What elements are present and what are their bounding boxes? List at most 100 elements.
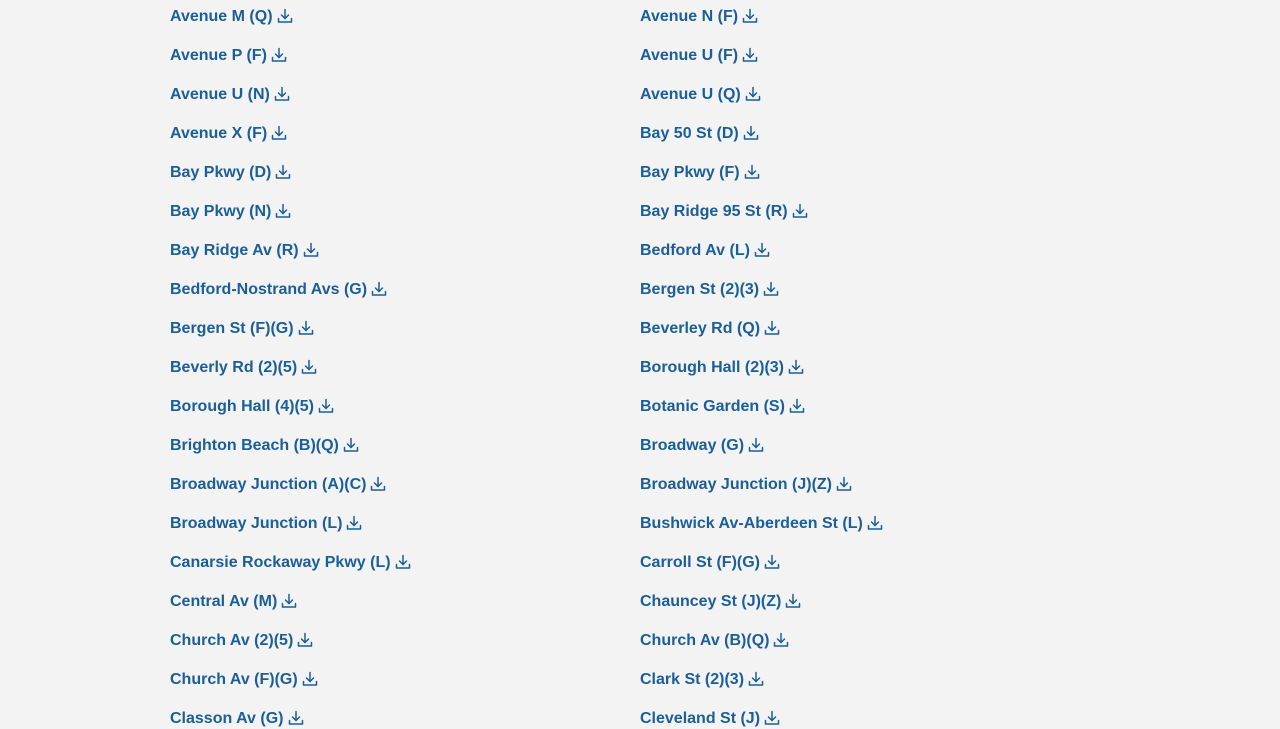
station-download-link[interactable]: Carroll St (F)(G): [640, 553, 780, 573]
station-download-link[interactable]: Bay Ridge Av (R): [170, 241, 319, 261]
station-download-link[interactable]: Bedford-Nostrand Avs (G): [170, 280, 387, 300]
station-download-link[interactable]: Cleveland St (J): [640, 709, 780, 729]
station-download-link[interactable]: Clark St (2)(3): [640, 670, 764, 690]
station-name: Broadway (G): [640, 437, 745, 454]
station-download-link[interactable]: Bay Pkwy (F): [640, 163, 760, 183]
station-download-link[interactable]: Broadway Junction (J)(Z): [640, 475, 852, 495]
station-name: Bergen St (2)(3): [640, 281, 760, 298]
download-icon[interactable]: [395, 554, 411, 570]
download-icon[interactable]: [370, 476, 386, 492]
download-icon[interactable]: [303, 242, 319, 258]
station-download-link[interactable]: Central Av (M): [170, 592, 297, 612]
download-icon[interactable]: [748, 437, 764, 453]
download-icon[interactable]: [271, 47, 287, 63]
download-icon[interactable]: [271, 125, 287, 141]
download-icon[interactable]: [297, 632, 313, 648]
download-icon[interactable]: [277, 8, 293, 24]
download-icon[interactable]: [274, 86, 290, 102]
download-icon[interactable]: [318, 398, 334, 414]
station-download-link[interactable]: Avenue U (F): [640, 46, 758, 66]
station-name: Canarsie Rockaway Pkwy (L): [170, 554, 391, 571]
station-download-link[interactable]: Bay Ridge 95 St (R): [640, 202, 808, 222]
download-icon[interactable]: [764, 320, 780, 336]
station-download-link[interactable]: Broadway Junction (L): [170, 514, 362, 534]
station-download-link[interactable]: Canarsie Rockaway Pkwy (L): [170, 553, 411, 573]
download-icon[interactable]: [742, 8, 758, 24]
station-name: Cleveland St (J): [640, 710, 761, 727]
station-download-link[interactable]: Church Av (B)(Q): [640, 631, 789, 651]
download-icon[interactable]: [275, 203, 291, 219]
station-name: Broadway Junction (J)(Z): [640, 476, 833, 493]
station-name: Bay Ridge 95 St (R): [640, 203, 788, 220]
download-icon[interactable]: [748, 671, 764, 687]
station-download-link[interactable]: Avenue M (Q): [170, 7, 293, 27]
station-name: Broadway Junction (L): [170, 515, 343, 532]
station-download-link[interactable]: Bergen St (2)(3): [640, 280, 779, 300]
download-icon[interactable]: [346, 515, 362, 531]
station-name: Avenue M (Q): [170, 8, 273, 25]
station-name: Brighton Beach (B)(Q): [170, 437, 339, 454]
station-download-link[interactable]: Bergen St (F)(G): [170, 319, 314, 339]
station-download-link[interactable]: Borough Hall (4)(5): [170, 397, 334, 417]
download-icon[interactable]: [743, 125, 759, 141]
station-download-link[interactable]: Avenue N (F): [640, 7, 758, 27]
station-name: Carroll St (F)(G): [640, 554, 760, 571]
station-name: Church Av (2)(5): [170, 632, 294, 649]
download-icon[interactable]: [788, 359, 804, 375]
station-name: Avenue P (F): [170, 47, 267, 64]
station-download-link[interactable]: Broadway Junction (A)(C): [170, 475, 386, 495]
download-icon[interactable]: [836, 476, 852, 492]
station-download-link[interactable]: Bedford Av (L): [640, 241, 770, 261]
station-name: Avenue X (F): [170, 125, 268, 142]
station-name: Classon Av (G): [170, 710, 284, 727]
download-icon[interactable]: [288, 710, 304, 726]
download-icon[interactable]: [867, 515, 883, 531]
station-download-link[interactable]: Bay 50 St (D): [640, 124, 759, 144]
station-name: Beverly Rd (2)(5): [170, 359, 298, 376]
station-download-link[interactable]: Church Av (2)(5): [170, 631, 313, 651]
station-download-link[interactable]: Avenue P (F): [170, 46, 287, 66]
station-download-link[interactable]: Beverly Rd (2)(5): [170, 358, 317, 378]
download-icon[interactable]: [763, 281, 779, 297]
download-icon[interactable]: [754, 242, 770, 258]
download-icon[interactable]: [301, 359, 317, 375]
station-download-link[interactable]: Broadway (G): [640, 436, 764, 456]
station-name: Broadway Junction (A)(C): [170, 476, 367, 493]
download-icon[interactable]: [792, 203, 808, 219]
station-download-link[interactable]: Avenue U (N): [170, 85, 290, 105]
station-name: Church Av (F)(G): [170, 671, 298, 688]
station-download-link[interactable]: Botanic Garden (S): [640, 397, 805, 417]
station-download-link[interactable]: Bay Pkwy (D): [170, 163, 291, 183]
station-download-link[interactable]: Chauncey St (J)(Z): [640, 592, 801, 612]
station-name: Chauncey St (J)(Z): [640, 593, 782, 610]
station-download-link[interactable]: Borough Hall (2)(3): [640, 358, 804, 378]
download-icon[interactable]: [371, 281, 387, 297]
station-name: Church Av (B)(Q): [640, 632, 770, 649]
station-download-link[interactable]: Beverley Rd (Q): [640, 319, 780, 339]
station-name: Avenue U (N): [170, 86, 270, 103]
download-icon[interactable]: [785, 593, 801, 609]
download-icon[interactable]: [281, 593, 297, 609]
station-download-link[interactable]: Bushwick Av-Aberdeen St (L): [640, 514, 883, 534]
station-download-link[interactable]: Avenue U (Q): [640, 85, 761, 105]
download-icon[interactable]: [744, 164, 760, 180]
station-download-link[interactable]: Classon Av (G): [170, 709, 304, 729]
download-icon[interactable]: [298, 320, 314, 336]
station-name: Clark St (2)(3): [640, 671, 745, 688]
download-icon[interactable]: [745, 86, 761, 102]
station-download-link[interactable]: Brighton Beach (B)(Q): [170, 436, 359, 456]
station-download-link[interactable]: Avenue X (F): [170, 124, 287, 144]
download-icon[interactable]: [764, 710, 780, 726]
station-download-link[interactable]: Church Av (F)(G): [170, 670, 318, 690]
download-icon[interactable]: [773, 632, 789, 648]
station-name: Bay 50 St (D): [640, 125, 739, 142]
download-icon[interactable]: [343, 437, 359, 453]
station-name: Bedford-Nostrand Avs (G): [170, 281, 368, 298]
download-icon[interactable]: [275, 164, 291, 180]
download-icon[interactable]: [302, 671, 318, 687]
download-icon[interactable]: [764, 554, 780, 570]
download-icon[interactable]: [742, 47, 758, 63]
station-name: Avenue N (F): [640, 8, 739, 25]
download-icon[interactable]: [789, 398, 805, 414]
station-download-link[interactable]: Bay Pkwy (N): [170, 202, 291, 222]
